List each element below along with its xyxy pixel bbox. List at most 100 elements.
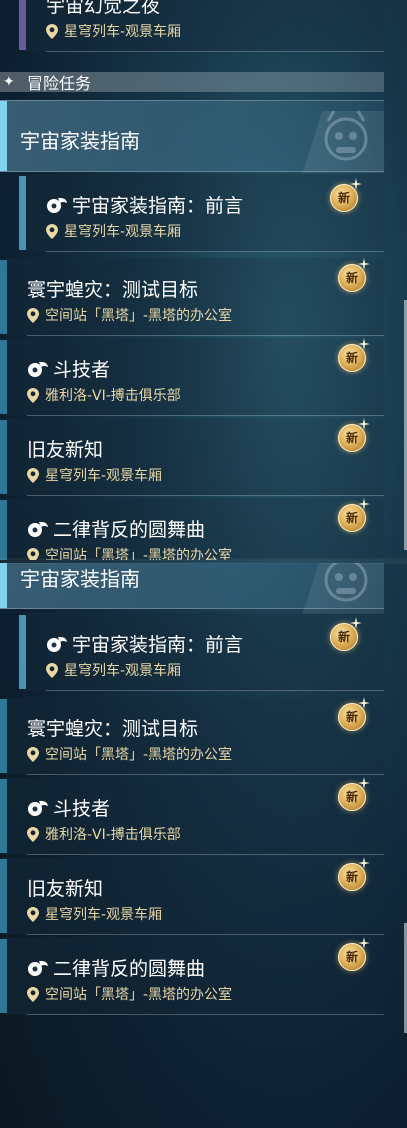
category-home-guide[interactable]: 宇宙家装指南: [0, 100, 384, 173]
separator: [27, 1014, 384, 1015]
sparkle-icon: [358, 498, 370, 510]
location-pin-icon: [27, 746, 39, 762]
quest-bar: [19, 176, 26, 250]
separator: [27, 934, 384, 935]
quest-name: 二律背反的圆舞曲: [27, 954, 205, 981]
sparkle-icon: [358, 258, 370, 270]
category-home-guide[interactable]: 宇宙家装指南: [0, 563, 384, 614]
sparkle-icon: [350, 178, 362, 190]
quest-location: 雅利洛-VI-搏击俱乐部: [27, 824, 181, 844]
quest-bar: [0, 859, 7, 933]
quest-location: 空间站「黑塔」-黑塔的办公室: [27, 744, 232, 764]
music-disc-icon: [28, 800, 48, 816]
sparkle-icon: [358, 697, 370, 709]
quest-name: 寰宇蝗灾：测试目标: [27, 718, 199, 740]
quest-location: 星穹列车-观景车厢: [27, 904, 162, 924]
quest-item[interactable]: 二律背反的圆舞曲 空间站「黑塔」-黑塔的办公室 新: [0, 937, 384, 1015]
quest-list-bottom: 宇宙家装指南 宇宙家装指南：前言 星穹列车-观景车厢 新 寰宇蝗灾：测试目标 空…: [0, 563, 407, 1128]
sparkle-icon: [358, 777, 370, 789]
quest-location: 雅利洛-VI-搏击俱乐部: [27, 385, 181, 405]
quest-item[interactable]: 旧友新知 星穹列车-观景车厢 新: [0, 857, 384, 935]
quest-item[interactable]: 斗技者 雅利洛-VI-搏击俱乐部 新: [0, 777, 384, 855]
location-pin-icon: [27, 387, 39, 403]
sparkle-icon: [358, 857, 370, 869]
quest-location: 星穹列车-观景车厢: [46, 221, 181, 241]
category-bar: [0, 563, 7, 608]
separator: [27, 854, 384, 855]
location-pin-icon: [27, 307, 39, 323]
music-disc-icon: [28, 521, 48, 537]
location-pin-icon: [27, 986, 39, 1002]
quest-bar: [0, 420, 7, 494]
sparkle-icon: [350, 617, 362, 629]
location-pin-icon: [46, 662, 58, 678]
quest-location: 星穹列车-观景车厢: [46, 21, 181, 41]
quest-item[interactable]: 寰宇蝗灾：测试目标 空间站「黑塔」-黑塔的办公室 新: [0, 258, 384, 336]
new-badge: 新: [334, 338, 370, 372]
location-pin-icon: [46, 223, 58, 239]
robot-emblem-icon: [302, 563, 384, 614]
location-pin-icon: [27, 906, 39, 922]
new-badge: 新: [334, 697, 370, 731]
quest-name: 斗技者: [27, 794, 110, 821]
new-badge: 新: [334, 777, 370, 811]
new-badge: 新: [326, 178, 362, 212]
quest-item[interactable]: 寰宇蝗灾：测试目标 空间站「黑塔」-黑塔的办公室 新: [0, 697, 384, 775]
quest-name: 宇宙家装指南：前言: [46, 191, 243, 218]
separator: [46, 690, 384, 691]
music-disc-icon: [47, 636, 67, 652]
quest-bar: [0, 939, 7, 1013]
separator: [27, 335, 384, 336]
robot-emblem-icon: [302, 110, 384, 173]
quest-bar: [0, 500, 7, 560]
diamond-icon: ✦: [3, 74, 15, 90]
new-badge: 新: [326, 617, 362, 651]
separator: [27, 774, 384, 775]
quest-list-top: 宇宙幻觉之夜 星穹列车-观景车厢 ✦ 冒险任务 宇宙家装指南 宇宙家装指南：前言: [0, 0, 407, 560]
sparkle-icon: [358, 338, 370, 350]
quest-bar: [0, 779, 7, 853]
quest-location: 星穹列车-观景车厢: [27, 465, 162, 485]
sparkle-icon: [358, 937, 370, 949]
separator: [46, 251, 384, 252]
quest-item-partial[interactable]: 宇宙幻觉之夜 星穹列车-观景车厢: [0, 0, 384, 52]
quest-bar: [19, 0, 26, 50]
music-disc-icon: [28, 361, 48, 377]
quest-item[interactable]: 宇宙家装指南：前言 星穹列车-观景车厢 新: [0, 174, 384, 252]
quest-name: 二律背反的圆舞曲: [27, 515, 205, 542]
quest-name: 斗技者: [27, 355, 110, 382]
quest-bar: [0, 699, 7, 773]
quest-location: 星穹列车-观景车厢: [46, 660, 181, 680]
quest-item[interactable]: 宇宙家装指南：前言 星穹列车-观景车厢 新: [0, 613, 384, 691]
separator: [46, 51, 384, 52]
quest-name: 寰宇蝗灾：测试目标: [27, 279, 199, 301]
new-badge: 新: [334, 258, 370, 292]
music-disc-icon: [47, 197, 67, 213]
quest-name: 旧友新知: [27, 439, 104, 461]
quest-bar: [19, 615, 26, 689]
section-title: 冒险任务: [27, 74, 92, 93]
new-badge: 新: [334, 498, 370, 532]
quest-item[interactable]: 二律背反的圆舞曲 空间站「黑塔」-黑塔的办公室 新: [0, 498, 384, 560]
quest-bar: [0, 340, 7, 414]
new-badge: 新: [334, 418, 370, 452]
quest-bar: [0, 260, 7, 334]
category-label: 宇宙家装指南: [20, 567, 140, 591]
quest-name: 宇宙幻觉之夜: [46, 0, 161, 17]
location-pin-icon: [27, 826, 39, 842]
quest-item[interactable]: 旧友新知 星穹列车-观景车厢 新: [0, 418, 384, 496]
music-disc-icon: [28, 960, 48, 976]
new-badge: 新: [334, 857, 370, 891]
quest-location: 空间站「黑塔」-黑塔的办公室: [27, 984, 232, 1004]
location-pin-icon: [27, 467, 39, 483]
quest-name: 旧友新知: [27, 878, 104, 900]
quest-item[interactable]: 斗技者 雅利洛-VI-搏击俱乐部 新: [0, 338, 384, 416]
new-badge: 新: [334, 937, 370, 971]
quest-name: 宇宙家装指南：前言: [46, 630, 243, 657]
section-header-adventure[interactable]: ✦ 冒险任务: [0, 72, 384, 93]
separator: [27, 415, 384, 416]
location-pin-icon: [46, 23, 58, 39]
separator: [27, 495, 384, 496]
quest-location: 空间站「黑塔」-黑塔的办公室: [27, 305, 232, 325]
category-label: 宇宙家装指南: [20, 129, 140, 153]
